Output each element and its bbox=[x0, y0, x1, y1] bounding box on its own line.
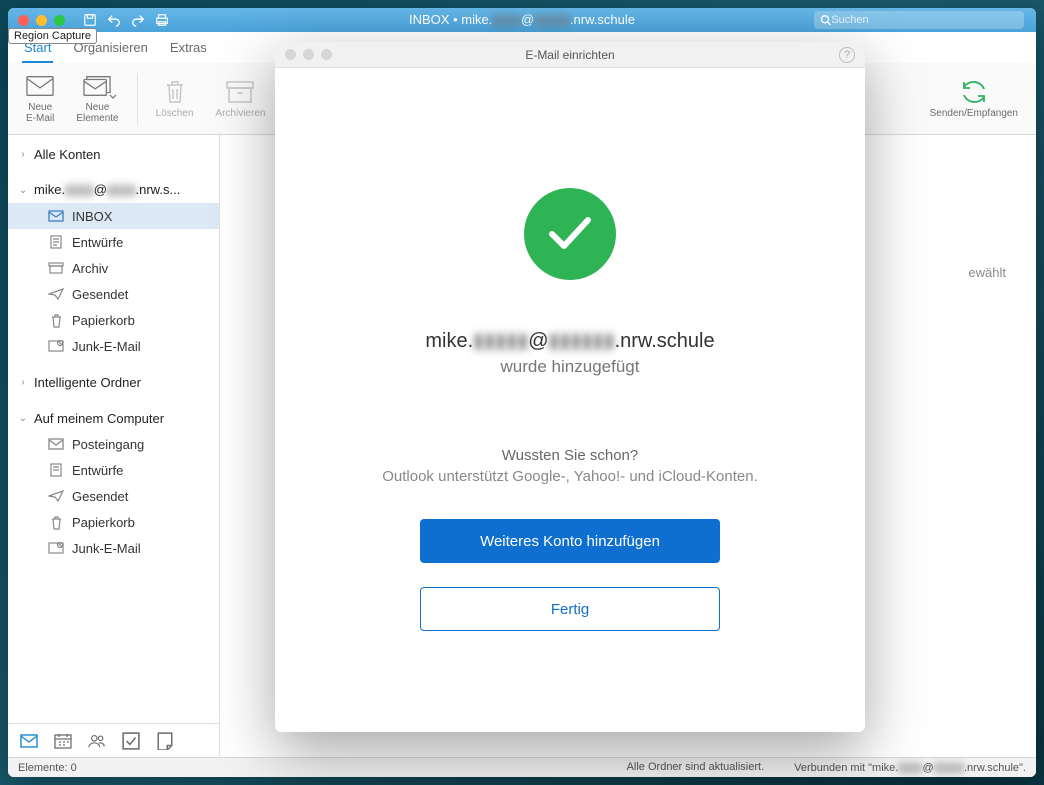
search-box[interactable] bbox=[814, 11, 1024, 29]
drafts-icon bbox=[48, 235, 64, 249]
redo-icon[interactable] bbox=[131, 13, 145, 27]
add-another-account-button[interactable]: Weiteres Konto hinzufügen bbox=[420, 519, 720, 563]
added-email: mike.▮▮▮▮▮@▮▮▮▮▮▮.nrw.schule bbox=[425, 328, 714, 353]
archive-button[interactable]: Archivieren bbox=[207, 75, 273, 123]
trash-icon bbox=[164, 79, 186, 105]
folder-local-inbox[interactable]: Posteingang bbox=[8, 431, 219, 457]
trash-icon bbox=[48, 515, 64, 529]
titlebar: INBOX • mike.▮▮▮▮@▮▮▮▮▮.nrw.schule bbox=[8, 8, 1036, 32]
notes-nav-icon[interactable] bbox=[156, 732, 174, 750]
undo-icon[interactable] bbox=[107, 13, 121, 27]
tree-local-computer[interactable]: ⌄Auf meinem Computer bbox=[8, 405, 219, 431]
drafts-icon bbox=[48, 463, 64, 477]
folder-local-junk[interactable]: Junk-E-Mail bbox=[8, 535, 219, 561]
delete-button[interactable]: Löschen bbox=[148, 75, 202, 123]
minimize-window-button[interactable] bbox=[36, 15, 47, 26]
trash-icon bbox=[48, 313, 64, 327]
dialog-title: E-Mail einrichten bbox=[275, 48, 865, 62]
junk-icon bbox=[48, 339, 64, 353]
window-controls bbox=[8, 15, 65, 26]
search-input[interactable] bbox=[831, 14, 1018, 26]
new-email-button[interactable]: Neue E-Mail bbox=[18, 69, 62, 128]
chevron-down-icon bbox=[109, 93, 117, 101]
send-receive-button[interactable]: Senden/Empfangen bbox=[922, 75, 1026, 123]
folder-local-sent[interactable]: Gesendet bbox=[8, 483, 219, 509]
folder-local-drafts[interactable]: Entwürfe bbox=[8, 457, 219, 483]
placeholder-text: ewählt bbox=[968, 265, 1006, 280]
sync-icon bbox=[960, 79, 988, 105]
search-icon bbox=[820, 14, 831, 26]
chevron-down-icon: ⌄ bbox=[18, 413, 28, 424]
inbox-icon bbox=[48, 209, 64, 223]
envelope-icon bbox=[26, 75, 54, 97]
envelope-stack-icon bbox=[83, 75, 111, 97]
tree-smart-folders[interactable]: ›Intelligente Ordner bbox=[8, 369, 219, 395]
sent-icon bbox=[48, 489, 64, 503]
dialog-titlebar: E-Mail einrichten ? bbox=[275, 42, 865, 68]
save-icon[interactable] bbox=[83, 13, 97, 27]
folder-junk[interactable]: Junk-E-Mail bbox=[8, 333, 219, 359]
chevron-down-icon: ⌄ bbox=[18, 185, 28, 196]
archive-icon bbox=[48, 261, 64, 275]
separator bbox=[137, 73, 138, 125]
tree-all-accounts[interactable]: ›Alle Konten bbox=[8, 141, 219, 167]
added-label: wurde hinzugefügt bbox=[501, 357, 640, 377]
sent-icon bbox=[48, 287, 64, 301]
region-capture-badge: Region Capture bbox=[8, 28, 97, 44]
folder-sidebar: ›Alle Konten ⌄ mike.▮▮▮▮@▮▮▮▮.nrw.s... I… bbox=[8, 135, 220, 757]
mail-nav-icon[interactable] bbox=[20, 732, 38, 750]
account-label: mike.▮▮▮▮@▮▮▮▮.nrw.s... bbox=[34, 182, 180, 198]
did-you-know-heading: Wussten Sie schon? bbox=[502, 447, 638, 464]
email-setup-dialog: E-Mail einrichten ? mike.▮▮▮▮▮@▮▮▮▮▮▮.nr… bbox=[275, 42, 865, 732]
close-window-button[interactable] bbox=[18, 15, 29, 26]
chevron-right-icon: › bbox=[18, 377, 28, 388]
archive-icon bbox=[226, 81, 254, 103]
print-icon[interactable] bbox=[155, 13, 169, 27]
done-button[interactable]: Fertig bbox=[420, 587, 720, 631]
quick-access-toolbar bbox=[83, 13, 169, 27]
calendar-nav-icon[interactable] bbox=[54, 732, 72, 750]
folder-drafts[interactable]: Entwürfe bbox=[8, 229, 219, 255]
junk-icon bbox=[48, 541, 64, 555]
folder-local-trash[interactable]: Papierkorb bbox=[8, 509, 219, 535]
folder-trash[interactable]: Papierkorb bbox=[8, 307, 219, 333]
nav-bar bbox=[8, 723, 219, 757]
people-nav-icon[interactable] bbox=[88, 732, 106, 750]
folder-archive[interactable]: Archiv bbox=[8, 255, 219, 281]
tasks-nav-icon[interactable] bbox=[122, 732, 140, 750]
success-check-icon bbox=[524, 188, 616, 280]
status-connection: Verbunden mit "mike.▮▮▮▮@▮▮▮▮▮.nrw.schul… bbox=[794, 761, 1026, 774]
inbox-icon bbox=[48, 437, 64, 451]
tab-extras[interactable]: Extras bbox=[168, 38, 209, 63]
status-sync: Alle Ordner sind aktualisiert. bbox=[627, 761, 765, 774]
folder-sent[interactable]: Gesendet bbox=[8, 281, 219, 307]
help-icon[interactable]: ? bbox=[839, 47, 855, 63]
did-you-know-body: Outlook unterstützt Google-, Yahoo!- und… bbox=[352, 468, 788, 485]
tree-account-1[interactable]: ⌄ mike.▮▮▮▮@▮▮▮▮.nrw.s... bbox=[8, 177, 219, 203]
maximize-window-button[interactable] bbox=[54, 15, 65, 26]
status-item-count: Elemente: 0 bbox=[18, 762, 77, 774]
folder-inbox[interactable]: INBOX bbox=[8, 203, 219, 229]
status-bar: Elemente: 0 Alle Ordner sind aktualisier… bbox=[8, 757, 1036, 777]
chevron-right-icon: › bbox=[18, 149, 28, 160]
new-elements-button[interactable]: Neue Elemente bbox=[68, 69, 126, 128]
